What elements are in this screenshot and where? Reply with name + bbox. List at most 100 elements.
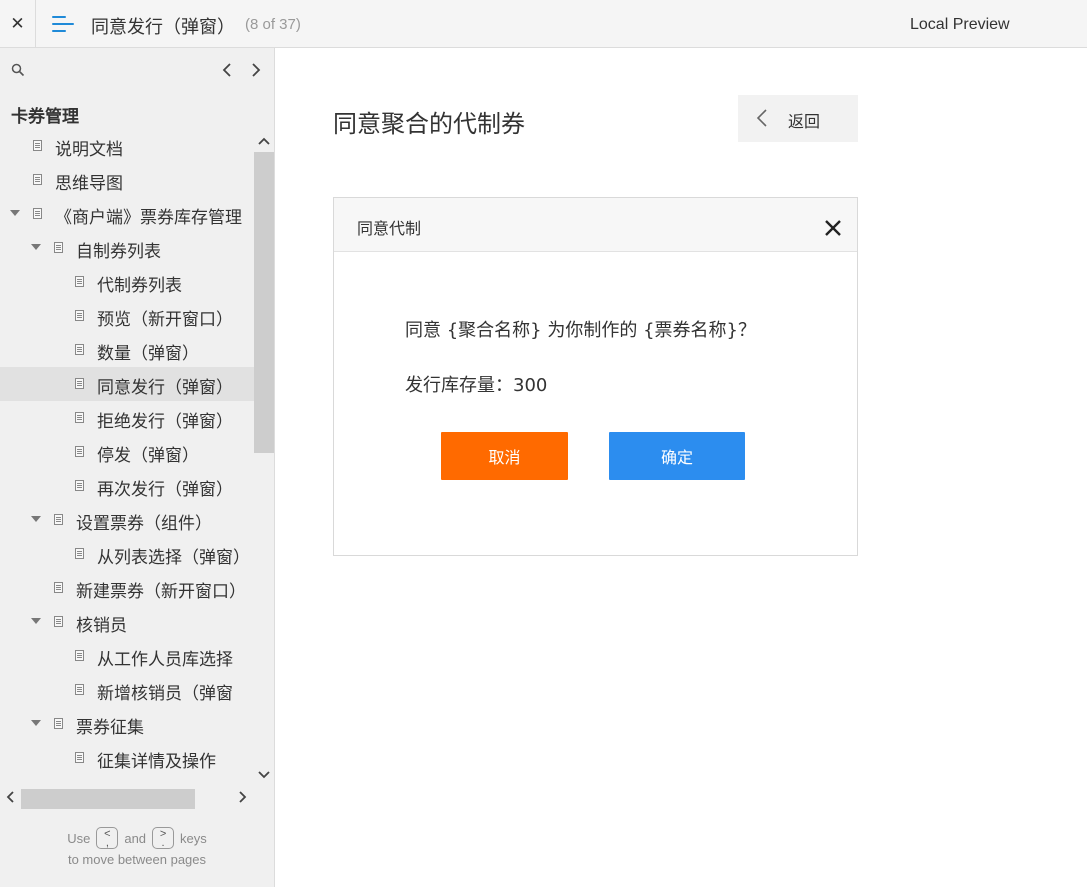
sidebar-item-label: 新增核销员（弹窗: [97, 684, 233, 704]
sidebar-item-label: 拒绝发行（弹窗）: [97, 412, 233, 432]
keyboard-hint: Use < , and > . keys to move between pag…: [0, 824, 274, 867]
page-icon: [75, 344, 84, 355]
main-title: 同意聚合的代制券: [333, 110, 525, 138]
page-icon: [75, 276, 84, 287]
caret-down-icon[interactable]: [31, 720, 41, 726]
sidebar-item-label: 票券征集: [76, 718, 144, 738]
sidebar: 卡券管理 说明文档思维导图《商户端》票券库存管理自制券列表代制券列表预览（新开窗…: [0, 48, 275, 887]
page-icon: [75, 310, 84, 321]
page-icon: [33, 140, 42, 151]
chevron-right-icon[interactable]: [247, 60, 265, 80]
sidebar-item[interactable]: 拒绝发行（弹窗）: [0, 401, 254, 435]
back-button[interactable]: 返回: [738, 95, 858, 142]
caret-down-icon[interactable]: [10, 210, 20, 216]
close-icon[interactable]: ✕: [0, 0, 36, 48]
page-icon: [75, 752, 84, 763]
search-icon[interactable]: [11, 63, 25, 77]
dialog-header: 同意代制: [334, 198, 857, 252]
chevron-left-icon: [756, 109, 767, 127]
sidebar-item[interactable]: 停发（弹窗）: [0, 435, 254, 469]
sidebar-item-label: 从列表选择（弹窗）: [97, 548, 250, 568]
hint-use: Use: [67, 830, 91, 846]
prev-key: < ,: [96, 827, 119, 849]
sidebar-item[interactable]: 从工作人员库选择: [0, 639, 254, 673]
page-icon: [54, 582, 63, 593]
next-key: > .: [152, 827, 175, 849]
sidebar-item-label: 核销员: [76, 616, 127, 636]
page-icon: [54, 242, 63, 253]
page-tree: 说明文档思维导图《商户端》票券库存管理自制券列表代制券列表预览（新开窗口） 数量（…: [0, 132, 254, 786]
page-icon: [75, 446, 84, 457]
sidebar-item-label: 预览（新开窗口）: [97, 310, 233, 330]
sidebar-item[interactable]: 再次发行（弹窗）: [0, 469, 254, 503]
caret-down-icon[interactable]: [31, 244, 41, 250]
sidebar-item-label: 设置票券（组件）: [76, 514, 212, 534]
page-icon: [75, 378, 84, 389]
sidebar-item[interactable]: 《商户端》票券库存管理: [0, 197, 254, 231]
top-bar: ✕ 同意发行（弹窗） (8 of 37) Local Preview: [0, 0, 1087, 48]
sidebar-item[interactable]: 思维导图: [0, 163, 254, 197]
sidebar-item-label: 数量（弹窗）: [97, 344, 199, 364]
sidebar-item[interactable]: 核销员: [0, 605, 254, 639]
scroll-up-icon[interactable]: [258, 136, 270, 146]
vertical-scrollbar[interactable]: [254, 132, 274, 786]
scrollbar-thumb[interactable]: [21, 789, 195, 809]
sidebar-item[interactable]: 核销列表: [0, 775, 254, 786]
hint-keys: keys: [180, 830, 207, 846]
page-title: 同意发行（弹窗）: [91, 17, 235, 38]
sidebar-item[interactable]: 从列表选择（弹窗）: [0, 537, 254, 571]
menu-icon[interactable]: [52, 15, 74, 33]
scrollbar-thumb[interactable]: [254, 152, 274, 453]
local-preview-label: Local Preview: [910, 16, 1010, 33]
scroll-left-icon[interactable]: [5, 790, 15, 804]
sidebar-item[interactable]: 新增核销员（弹窗: [0, 673, 254, 707]
page-icon: [54, 616, 63, 627]
page-icon: [75, 412, 84, 423]
page-count: (8 of 37): [245, 16, 301, 33]
sidebar-item-label: 自制券列表: [76, 242, 161, 262]
section-title: 卡券管理: [11, 107, 79, 127]
caret-down-icon[interactable]: [31, 618, 41, 624]
horizontal-scrollbar[interactable]: [0, 786, 254, 809]
page-icon: [75, 650, 84, 661]
cancel-button[interactable]: 取消: [441, 432, 568, 480]
sidebar-item-label: 再次发行（弹窗）: [97, 480, 233, 500]
page-icon: [54, 718, 63, 729]
sidebar-item-label: 新建票券（新开窗口）: [76, 582, 246, 602]
page-icon: [33, 174, 42, 185]
page-icon: [33, 208, 42, 219]
sidebar-item[interactable]: 代制券列表: [0, 265, 254, 299]
dialog-title: 同意代制: [357, 219, 422, 238]
sidebar-item[interactable]: 票券征集: [0, 707, 254, 741]
confirm-button[interactable]: 确定: [609, 432, 745, 480]
chevron-left-icon[interactable]: [218, 60, 236, 80]
main-content: 同意聚合的代制券 返回 同意代制 同意 {聚合名称} 为你制作的 {票券名称}？…: [275, 48, 1087, 887]
page-icon: [75, 548, 84, 559]
sidebar-item[interactable]: 数量（弹窗）: [0, 333, 254, 367]
sidebar-item-label: 从工作人员库选择: [97, 650, 233, 670]
sidebar-item-label: 说明文档: [55, 140, 123, 160]
sidebar-item-label: 征集详情及操作: [97, 752, 216, 772]
scroll-down-icon[interactable]: [258, 770, 270, 780]
page-icon: [75, 684, 84, 695]
sidebar-item[interactable]: 新建票券（新开窗口）: [0, 571, 254, 605]
sidebar-item[interactable]: 同意发行（弹窗）: [0, 367, 254, 401]
dialog-message: 同意 {聚合名称} 为你制作的 {票券名称}？: [405, 320, 756, 341]
sidebar-item[interactable]: 征集详情及操作: [0, 741, 254, 775]
page-icon: [54, 514, 63, 525]
close-icon[interactable]: [823, 218, 843, 238]
sidebar-item[interactable]: 说明文档: [0, 132, 254, 163]
sidebar-item-label: 停发（弹窗）: [97, 446, 199, 466]
sidebar-item[interactable]: 设置票券（组件）: [0, 503, 254, 537]
caret-down-icon[interactable]: [31, 516, 41, 522]
page-icon: [75, 480, 84, 491]
sidebar-item-label: 思维导图: [55, 174, 123, 194]
hint-and: and: [124, 830, 147, 846]
stock-text: 发行库存量：300: [405, 375, 548, 396]
sidebar-item[interactable]: 自制券列表: [0, 231, 254, 265]
sidebar-item-label: 《商户端》票券库存管理: [55, 208, 242, 228]
sidebar-item[interactable]: 预览（新开窗口）: [0, 299, 254, 333]
scroll-right-icon[interactable]: [238, 790, 248, 804]
confirm-dialog: 同意代制 同意 {聚合名称} 为你制作的 {票券名称}？ 发行库存量：300 取…: [333, 197, 858, 556]
back-label: 返回: [788, 112, 821, 131]
